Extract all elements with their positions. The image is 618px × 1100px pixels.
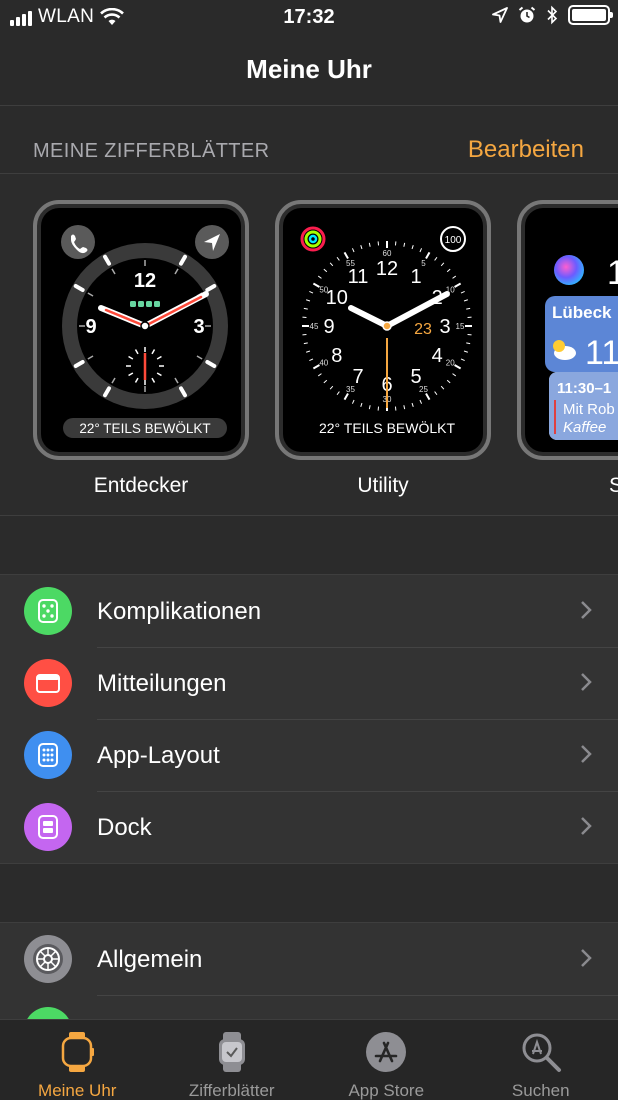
utility-outer-number: 15 — [456, 322, 465, 331]
notifications-icon — [24, 659, 72, 707]
utility-weather: 22° TEILS BEWÖLKT — [319, 419, 456, 436]
faces-section-header: MEINE ZIFFERBLÄTTER Bearbeiten — [0, 106, 618, 174]
utility-outer-number: 25 — [419, 385, 428, 394]
utility-hour-number: 8 — [331, 345, 342, 367]
watch-face-name: Utility — [357, 474, 409, 497]
tab-suchen[interactable]: Suchen — [464, 1020, 618, 1100]
watch-face-screen: 1 Lübeck 11 11:30–1 Mit Rob Kaffee — [525, 208, 618, 452]
explorer-dial: 12 3 9 22° TEILS BEWÖLKT — [61, 225, 229, 438]
chevron-right-icon — [581, 817, 592, 835]
utility-outer-number: 20 — [446, 359, 455, 368]
watch-face-card-siri[interactable]: 1 Lübeck 11 11:30–1 Mit Rob Kaffee S — [517, 200, 618, 498]
utility-hour-number: 10 — [326, 287, 348, 309]
watch-icon — [0, 1030, 155, 1074]
utility-hour-number: 4 — [432, 345, 443, 367]
siri-event-line2: Kaffee — [563, 419, 606, 436]
row-label: Mitteilungen — [97, 670, 227, 697]
complications-icon — [24, 587, 72, 635]
siri-event-time: 11:30–1 — [557, 380, 611, 397]
gear-icon — [24, 935, 72, 983]
explorer-num-12: 12 — [134, 270, 156, 292]
explorer-weather: 22° TEILS BEWÖLKT — [79, 421, 210, 436]
search-icon — [464, 1030, 618, 1074]
battery-icon — [568, 5, 613, 25]
utility-outer-number: 35 — [346, 385, 355, 394]
bluetooth-icon — [547, 5, 558, 25]
app-store-icon — [309, 1030, 464, 1074]
row-app-layout[interactable]: App-Layout — [0, 719, 618, 791]
siri-city: Lübeck — [552, 303, 612, 322]
siri-event-line1: Mit Rob — [563, 401, 615, 418]
watch-face-name: Entdecker — [93, 474, 189, 497]
watch-face-screen: 12 3 9 22° TEILS BEWÖLKT — [41, 208, 241, 452]
utility-outer-number: 50 — [319, 286, 328, 295]
row-content: Komplikationen — [97, 575, 618, 647]
tab-label: Meine Uhr — [38, 1081, 117, 1100]
chevron-right-icon — [581, 673, 592, 691]
watch-face-card-utility[interactable]: 100 121234567891011 51015202530354045505… — [275, 200, 491, 498]
row-komplikationen[interactable]: Komplikationen — [0, 575, 618, 647]
nav-bar: Meine Uhr — [0, 36, 618, 106]
row-label: App-Layout — [97, 742, 220, 769]
utility-outer-number: 45 — [310, 322, 319, 331]
tab-label: Zifferblätter — [188, 1081, 275, 1100]
faces-section-title: MEINE ZIFFERBLÄTTER — [33, 140, 270, 162]
settings-group-1: Komplikationen Mitteilungen App-Layout D… — [0, 574, 618, 864]
siri-temperature: 11 — [585, 334, 618, 372]
watch-face-screen: 100 121234567891011 51015202530354045505… — [283, 208, 483, 452]
location-arrow-icon — [492, 7, 508, 23]
watch-face-frame: 100 121234567891011 51015202530354045505… — [275, 200, 491, 460]
app-layout-icon — [24, 731, 72, 779]
watch-face-card-entdecker[interactable]: 12 3 9 22° TEILS BEWÖLKT Entdecker — [33, 200, 249, 498]
watch-face-frame: 1 Lübeck 11 11:30–1 Mit Rob Kaffee — [517, 200, 618, 460]
utility-date: 23 — [414, 321, 432, 338]
explorer-num-3: 3 — [193, 316, 204, 338]
chevron-right-icon — [581, 601, 592, 619]
row-content: Mitteilungen — [97, 647, 618, 719]
chevron-right-icon — [581, 949, 592, 967]
utility-hour-number: 3 — [439, 316, 450, 338]
status-right — [492, 5, 613, 25]
row-content: Dock — [97, 791, 618, 863]
watch-face-frame: 12 3 9 22° TEILS BEWÖLKT — [33, 200, 249, 460]
utility-outer-number: 55 — [346, 259, 355, 268]
utility-outer-number: 60 — [383, 249, 392, 258]
row-mitteilungen[interactable]: Mitteilungen — [0, 647, 618, 719]
row-allgemein[interactable]: Allgemein — [0, 923, 618, 995]
row-content: App-Layout — [97, 719, 618, 791]
explorer-num-9: 9 — [85, 316, 96, 338]
siri-dial: 1 Lübeck 11 11:30–1 Mit Rob Kaffee — [545, 254, 618, 440]
tab-app-store[interactable]: App Store — [309, 1020, 464, 1100]
status-bar: WLAN 17:32 — [0, 0, 618, 36]
page-title: Meine Uhr — [246, 54, 372, 84]
utility-hour-number: 11 — [348, 266, 369, 288]
row-dock[interactable]: Dock — [0, 791, 618, 863]
row-label: Komplikationen — [97, 598, 262, 625]
watch-faces-icon — [155, 1030, 310, 1074]
utility-dial: 100 121234567891011 51015202530354045505… — [300, 226, 472, 436]
tab-zifferblaetter[interactable]: Zifferblätter — [155, 1020, 310, 1100]
siri-time-digit: 1 — [607, 254, 618, 292]
tab-meine-uhr[interactable]: Meine Uhr — [0, 1020, 155, 1100]
utility-hour-number: 1 — [410, 266, 421, 288]
watch-faces-carousel[interactable]: 12 3 9 22° TEILS BEWÖLKT Entdecker 100 1… — [0, 174, 618, 516]
utility-hour-number: 12 — [376, 258, 398, 280]
edit-button[interactable]: Bearbeiten — [468, 136, 584, 164]
alarm-icon — [518, 6, 536, 23]
tab-label: App Store — [348, 1081, 425, 1100]
utility-hour-number: 9 — [323, 316, 334, 338]
utility-complication-value: 100 — [445, 235, 462, 246]
row-label: Dock — [97, 814, 152, 841]
row-label: Allgemein — [97, 946, 203, 973]
dock-icon — [24, 803, 72, 851]
utility-outer-number: 5 — [421, 259, 426, 268]
utility-outer-number: 40 — [319, 359, 328, 368]
watch-face-name: S — [517, 474, 618, 498]
chevron-right-icon — [581, 745, 592, 763]
tab-bar: Meine Uhr Zifferblätter App Store Suchen — [0, 1019, 618, 1100]
settings-group-2: Allgemein — [0, 922, 618, 1055]
row-content: Allgemein — [97, 923, 618, 995]
tab-label: Suchen — [511, 1081, 570, 1100]
